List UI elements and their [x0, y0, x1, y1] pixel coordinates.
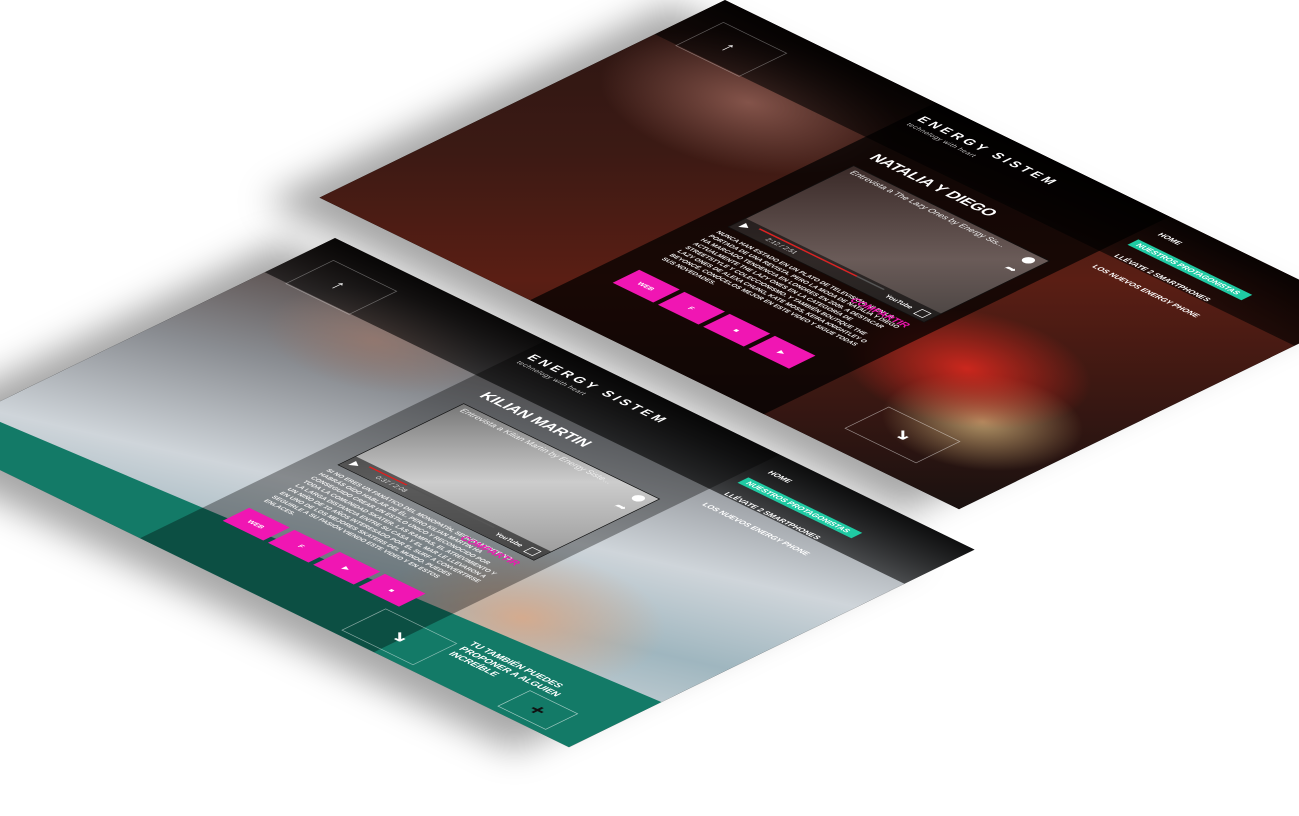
clock-icon[interactable] — [1019, 255, 1038, 265]
fullscreen-icon[interactable] — [522, 546, 542, 557]
play-icon[interactable] — [348, 461, 363, 468]
plus-icon: + — [520, 701, 556, 719]
share-icon[interactable]: ➦ — [1000, 263, 1023, 274]
forward-arrow-icon: ↘ — [383, 628, 418, 645]
back-arrow-icon: ↑ — [324, 278, 353, 292]
play-icon[interactable] — [738, 223, 753, 230]
share-icon[interactable]: ➦ — [610, 501, 633, 512]
clock-icon[interactable] — [629, 493, 648, 503]
back-arrow-icon: ↑ — [714, 40, 743, 54]
fullscreen-icon[interactable] — [912, 308, 932, 319]
forward-arrow-icon: ↘ — [886, 426, 921, 443]
mockup-stage: ↑ ENERGY SISTEM technology with heart HO… — [0, 0, 1299, 816]
